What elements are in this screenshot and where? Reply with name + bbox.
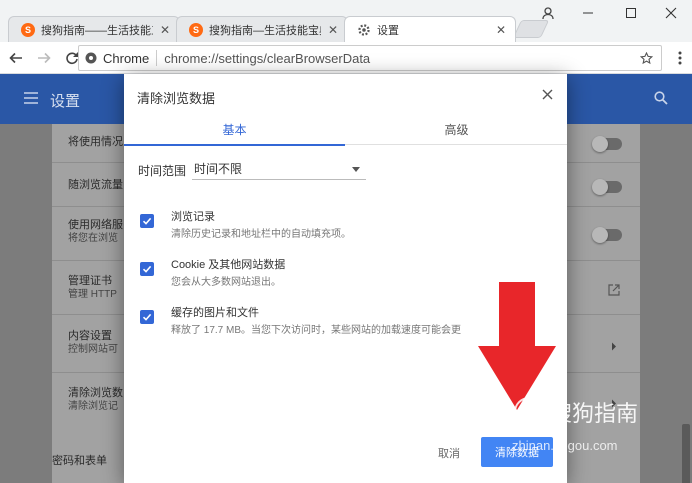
close-icon[interactable]: ✕ — [327, 23, 339, 37]
tab-title: 搜狗指南—生活技能宝典 — [209, 24, 321, 37]
tab-advanced[interactable]: 高级 — [346, 114, 567, 145]
time-range-label: 时间范围 — [138, 164, 187, 178]
cache-checkbox[interactable] — [140, 310, 154, 324]
close-icon[interactable]: ✕ — [495, 23, 507, 37]
option-subtitle: 释放了 17.7 MB。当您下次访问时，某些网站的加载速度可能会更 — [171, 325, 462, 336]
checkmark-icon — [142, 265, 152, 273]
page-scrollbar[interactable] — [682, 424, 690, 483]
option-title: 缓存的图片和文件 — [171, 307, 259, 319]
browser-toolbar: Chrome chrome://settings/clearBrowserDat… — [0, 42, 692, 74]
watermark-url: zhinan.sogou.com — [512, 438, 618, 453]
new-tab-button[interactable] — [512, 20, 550, 38]
forward-button[interactable] — [32, 46, 56, 70]
url-text: chrome://settings/clearBrowserData — [164, 50, 371, 66]
address-bar[interactable]: Chrome chrome://settings/clearBrowserDat… — [78, 45, 662, 71]
settings-row-certificates[interactable]: 管理证书 管理 HTTP — [68, 274, 117, 302]
traffic-toggle[interactable] — [592, 179, 622, 195]
chrome-page-icon — [85, 52, 97, 64]
sogou-s-icon: S — [189, 22, 203, 37]
row-subtitle: 将您在浏览 — [68, 233, 118, 244]
dialog-close-button[interactable] — [537, 84, 557, 104]
history-checkbox[interactable] — [140, 214, 154, 228]
tab-sogou-guide-2[interactable]: S 搜狗指南—生活技能宝典 ✕ — [176, 16, 348, 42]
checkmark-icon — [142, 217, 152, 225]
tab-title: 搜狗指南——生活技能三 — [41, 24, 153, 37]
row-title: 管理证书 — [68, 275, 112, 287]
open-external-icon[interactable] — [608, 284, 620, 296]
chevron-right-icon — [612, 342, 616, 351]
hamburger-menu-icon[interactable] — [24, 92, 38, 104]
minimize-button[interactable] — [574, 4, 602, 22]
browser-titlebar: S 搜狗指南——生活技能三 ✕ S 搜狗指南—生活技能宝典 ✕ 设置 ✕ — [0, 0, 692, 42]
row-subtitle: 管理 HTTP — [68, 289, 117, 300]
option-title: 浏览记录 — [171, 211, 215, 223]
row-title: 随浏览流量 — [68, 179, 123, 191]
row-title: 清除浏览数 — [68, 387, 123, 399]
clear-browsing-data-dialog: 清除浏览数据 基本 高级 时间范围 时间不限 浏览记录 清除历史记录和地址栏中的… — [124, 74, 567, 483]
omnibox-divider — [156, 50, 158, 66]
back-button[interactable] — [4, 46, 28, 70]
option-title: Cookie 及其他网站数据 — [171, 259, 286, 271]
settings-row-content[interactable]: 内容设置 控制网站可 — [68, 329, 118, 357]
cookies-checkbox[interactable] — [140, 262, 154, 276]
tab-sogou-guide-1[interactable]: S 搜狗指南——生活技能三 ✕ — [8, 16, 180, 42]
site-label: Chrome — [103, 50, 150, 66]
star-icon[interactable] — [640, 52, 653, 65]
settings-row-traffic[interactable]: 随浏览流量 — [68, 178, 123, 192]
settings-title: 设置 — [50, 93, 81, 110]
settings-row-usage[interactable]: 将使用情况 — [68, 135, 123, 149]
row-subtitle: 控制网站可 — [68, 344, 118, 355]
maximize-button[interactable] — [617, 4, 645, 22]
search-icon[interactable] — [654, 91, 668, 105]
reload-icon — [66, 51, 78, 64]
arrow-left-icon — [9, 52, 22, 63]
dialog-tabs: 基本 高级 — [124, 114, 567, 146]
caret-down-icon — [352, 167, 360, 172]
dialog-title: 清除浏览数据 — [137, 91, 216, 106]
row-title: 内容设置 — [68, 330, 112, 342]
settings-row-clear-data[interactable]: 清除浏览数 清除浏览记 — [68, 386, 123, 414]
more-vert-icon — [678, 51, 682, 65]
profile-icon[interactable] — [534, 4, 562, 22]
gear-icon — [358, 23, 370, 36]
tab-basic[interactable]: 基本 — [124, 114, 345, 146]
tab-title: 设置 — [377, 24, 399, 37]
time-range-select[interactable]: 时间不限 — [192, 158, 366, 180]
row-title: 使用网络服 — [68, 219, 123, 231]
option-subtitle: 清除历史记录和地址栏中的自动填充项。 — [171, 229, 351, 240]
settings-row-web-service[interactable]: 使用网络服 将您在浏览 — [68, 218, 123, 246]
close-icon[interactable]: ✕ — [159, 23, 171, 37]
sogou-watermark: S 搜狗指南 — [514, 396, 638, 428]
section-label-passwords: 密码和表单 — [52, 455, 107, 467]
checkmark-icon — [142, 313, 152, 321]
window-close-button[interactable] — [657, 4, 685, 22]
web-service-toggle[interactable] — [592, 227, 622, 243]
tab-settings[interactable]: 设置 ✕ — [344, 16, 516, 42]
red-down-arrow-icon — [478, 282, 556, 410]
chrome-menu-button[interactable] — [672, 48, 688, 68]
cancel-button[interactable]: 取消 — [428, 441, 470, 465]
time-range-value: 时间不限 — [194, 162, 243, 176]
arrow-right-icon — [38, 52, 51, 63]
close-icon — [542, 89, 552, 99]
row-subtitle: 清除浏览记 — [68, 401, 118, 412]
sogou-logo-icon: S — [514, 397, 544, 427]
row-title: 将使用情况 — [68, 136, 123, 148]
watermark-text: 搜狗指南 — [550, 402, 639, 427]
option-browsing-history[interactable]: 浏览记录 清除历史记录和地址栏中的自动填充项。 — [138, 208, 558, 244]
option-subtitle: 您会从大多数网站退出。 — [171, 277, 281, 288]
usage-toggle[interactable] — [592, 136, 622, 152]
sogou-s-icon: S — [21, 22, 35, 37]
